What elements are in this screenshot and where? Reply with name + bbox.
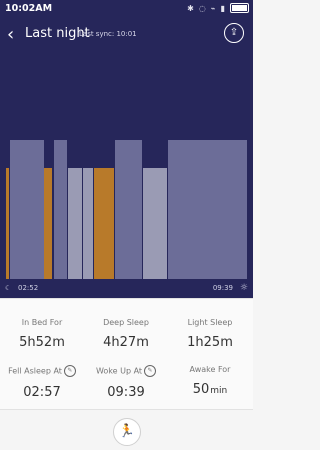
stat-label: Light Sleep	[187, 318, 233, 327]
stat-deep-sleep: Deep Sleep 4h27m	[84, 318, 168, 350]
sleep-segment-light-3	[143, 168, 167, 279]
battery-icon	[230, 3, 249, 13]
stat-label: Deep Sleep	[103, 318, 149, 327]
stat-value: 02:57	[23, 385, 61, 400]
back-icon[interactable]: ‹	[7, 24, 14, 45]
stat-label: In Bed For	[21, 318, 63, 327]
sleep-segment-deep-2	[54, 140, 67, 279]
sun-icon: ☼	[239, 283, 248, 293]
sleep-segment-deep-3	[115, 140, 142, 279]
stat-value: 1h25m	[187, 335, 233, 350]
stat-in-bed: In Bed For 5h52m	[0, 318, 84, 350]
stat-value: 50min	[192, 382, 228, 397]
stat-value: 09:39	[107, 385, 145, 400]
sleep-header: 10:02AM ✱ ◌ ⌁ ▮ ‹ Last night Last sync: …	[0, 0, 253, 298]
wifi-icon: ⌁	[210, 3, 216, 13]
status-icons: ✱ ◌ ⌁ ▮	[187, 3, 249, 13]
stat-value: 5h52m	[19, 335, 65, 350]
signal-icon: ▮	[220, 3, 225, 13]
stat-light-sleep: Light Sleep 1h25m	[168, 318, 252, 350]
bluetooth-icon: ✱	[187, 3, 194, 13]
chart-start-time: 02:52	[18, 284, 39, 292]
share-button[interactable]: ⇪	[224, 23, 244, 43]
sleep-stats: In Bed For 5h52m Deep Sleep 4h27m Light …	[0, 298, 253, 410]
stat-woke-up[interactable]: Woke Up At ✎ 09:39	[84, 365, 168, 400]
stat-label: Fell Asleep At ✎	[0, 365, 84, 377]
status-time: 10:02AM	[5, 3, 53, 14]
sleep-segment-awake-1	[6, 168, 9, 279]
status-bar: 10:02AM ✱ ◌ ⌁ ▮	[0, 0, 253, 18]
sleep-segment-deep-1	[10, 140, 44, 279]
moon-icon: ☾	[5, 284, 12, 292]
stat-awake: Awake For 50min	[168, 365, 252, 397]
activity-button[interactable]: 🏃	[113, 418, 141, 446]
sleep-segment-awake-2	[44, 168, 52, 279]
stat-value: 4h27m	[103, 335, 149, 350]
title-bar: ‹ Last night Last sync: 10:01 ⇪	[0, 20, 253, 48]
sleep-segment-deep-4	[168, 140, 247, 279]
chart-axis: ☾ 02:52 09:39 ☼	[0, 280, 253, 298]
stat-fell-asleep[interactable]: Fell Asleep At ✎ 02:57	[0, 365, 84, 400]
sleep-segment-light-2	[83, 168, 93, 279]
sync-status: Last sync: 10:01	[79, 30, 137, 38]
sleep-segment-awake-3	[94, 168, 114, 279]
edit-icon[interactable]: ✎	[63, 365, 76, 377]
sleep-chart	[0, 140, 253, 279]
chart-end-time: 09:39	[212, 284, 233, 292]
edit-icon[interactable]: ✎	[144, 365, 157, 377]
stat-label: Awake For	[189, 365, 231, 374]
sleep-segment-light-1	[68, 168, 82, 279]
mute-icon: ◌	[198, 3, 206, 13]
stat-label: Woke Up At ✎	[84, 365, 168, 377]
